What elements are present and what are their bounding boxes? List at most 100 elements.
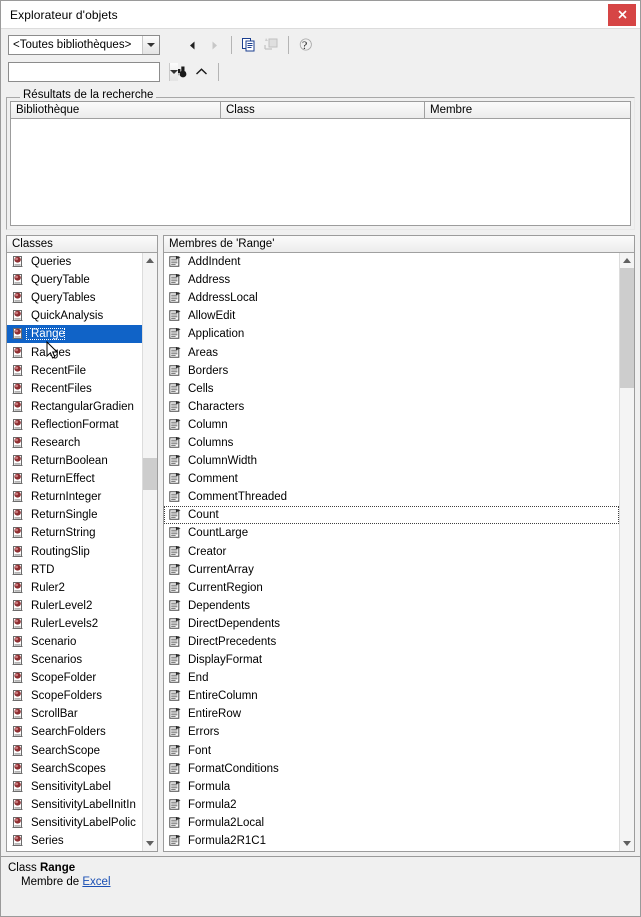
members-list[interactable]: AddIndent Address AddressLocal AllowEdit App… — [164, 253, 619, 851]
member-list-item[interactable]: Formula — [164, 778, 619, 796]
classes-scroll-thumb[interactable] — [143, 458, 157, 490]
member-list-item[interactable]: AddIndent — [164, 253, 619, 271]
chevron-down-icon[interactable] — [169, 63, 178, 81]
member-list-item[interactable]: Column — [164, 416, 619, 434]
toggle-results-button[interactable] — [190, 62, 212, 82]
member-list-item[interactable]: Formula2Local — [164, 814, 619, 832]
class-list-item-selected[interactable]: Range — [7, 325, 142, 344]
member-list-item[interactable]: Application — [164, 325, 619, 343]
class-list-item[interactable]: RoutingSlip — [7, 543, 142, 561]
class-list-item[interactable]: Ranges — [7, 343, 142, 361]
class-list-item[interactable]: RecentFiles — [7, 380, 142, 398]
member-list-item[interactable]: Columns — [164, 434, 619, 452]
member-list-item[interactable]: Creator — [164, 543, 619, 561]
help-button[interactable]: ? — [295, 35, 317, 55]
classes-scroll-up-button[interactable] — [143, 253, 157, 268]
member-list-item[interactable]: Dependents — [164, 597, 619, 615]
class-list-item[interactable]: RectangularGradien — [7, 398, 142, 416]
member-list-item[interactable]: Formula2R1C1Local — [164, 850, 619, 851]
member-list-item-focused[interactable]: Count — [164, 506, 619, 525]
close-button[interactable] — [608, 3, 636, 26]
class-list-item[interactable]: ScopeFolder — [7, 669, 142, 687]
view-definition-button[interactable] — [260, 35, 282, 55]
classes-scrollbar[interactable] — [142, 253, 157, 851]
class-list-item[interactable]: RecentFile — [7, 362, 142, 380]
class-list-item[interactable]: ReturnInteger — [7, 488, 142, 506]
member-list-item[interactable]: FormatConditions — [164, 760, 619, 778]
class-list-item[interactable]: SearchScope — [7, 742, 142, 760]
member-list-item[interactable]: End — [164, 669, 619, 687]
member-list-item[interactable]: CurrentArray — [164, 561, 619, 579]
class-list-item[interactable]: Research — [7, 434, 142, 452]
member-list-item[interactable]: Font — [164, 742, 619, 760]
class-list-item[interactable]: ReflectionFormat — [7, 416, 142, 434]
class-list-item[interactable]: ReturnString — [7, 524, 142, 542]
class-list-item[interactable]: QuickAnalysis — [7, 307, 142, 325]
class-list-item[interactable]: Scenario — [7, 633, 142, 651]
member-list-item-label: Creator — [188, 545, 227, 558]
member-list-item[interactable]: Areas — [164, 343, 619, 361]
column-header-class[interactable]: Class — [221, 102, 425, 118]
class-list-item[interactable]: SearchScopes — [7, 760, 142, 778]
class-list-item[interactable]: SensitivityLabelInitIn — [7, 796, 142, 814]
member-list-item[interactable]: CommentThreaded — [164, 488, 619, 506]
forward-button[interactable] — [203, 35, 225, 55]
class-list-item[interactable]: ScrollBar — [7, 705, 142, 723]
class-list-item[interactable]: SearchFolders — [7, 723, 142, 741]
class-list-item[interactable]: ReturnEffect — [7, 470, 142, 488]
classes-scroll-down-button[interactable] — [143, 836, 157, 851]
class-list-item[interactable]: Ruler2 — [7, 579, 142, 597]
members-scroll-up-button[interactable] — [620, 253, 634, 268]
members-scroll-thumb[interactable] — [620, 268, 634, 388]
member-list-item[interactable]: Borders — [164, 362, 619, 380]
class-list-item[interactable]: SensitivityLabelPolic — [7, 814, 142, 832]
search-results-body[interactable] — [11, 119, 630, 225]
member-list-item[interactable]: Formula2 — [164, 796, 619, 814]
member-list-item[interactable]: AllowEdit — [164, 307, 619, 325]
column-header-library[interactable]: Bibliothèque — [11, 102, 221, 118]
members-scrollbar[interactable] — [619, 253, 634, 851]
class-list-item[interactable]: RulerLevel2 — [7, 597, 142, 615]
member-list-item[interactable]: Formula2R1C1 — [164, 832, 619, 850]
member-list-item[interactable]: Characters — [164, 398, 619, 416]
detail-library-link[interactable]: Excel — [82, 876, 110, 888]
class-list-item[interactable]: SensitivityLabel — [7, 778, 142, 796]
member-list-item[interactable]: AddressLocal — [164, 289, 619, 307]
class-list-item[interactable]: ScopeFolders — [7, 687, 142, 705]
members-scroll-down-button[interactable] — [620, 836, 634, 851]
chevron-down-icon[interactable] — [142, 36, 159, 54]
class-list-item[interactable]: Queries — [7, 253, 142, 271]
member-list-item[interactable]: EntireRow — [164, 705, 619, 723]
member-list-item[interactable]: Cells — [164, 380, 619, 398]
search-results-list[interactable]: Bibliothèque Class Membre — [10, 101, 631, 226]
member-list-item[interactable]: DirectDependents — [164, 615, 619, 633]
member-list-item[interactable]: DirectPrecedents — [164, 633, 619, 651]
column-header-member[interactable]: Membre — [425, 102, 630, 118]
class-list-item[interactable]: Scenarios — [7, 651, 142, 669]
class-list-item[interactable]: ReturnBoolean — [7, 452, 142, 470]
library-combo[interactable]: <Toutes bibliothèques> — [8, 35, 160, 55]
member-list-item[interactable]: CurrentRegion — [164, 579, 619, 597]
member-list-item[interactable]: EntireColumn — [164, 687, 619, 705]
search-input[interactable] — [9, 64, 169, 80]
class-list-item[interactable]: QueryTable — [7, 271, 142, 289]
classes-list[interactable]: Queries QueryTable QueryTables QuickAnalysi… — [7, 253, 142, 851]
class-list-item[interactable]: QueryTables — [7, 289, 142, 307]
classes-scroll-track[interactable] — [143, 268, 157, 836]
member-list-item[interactable]: ColumnWidth — [164, 452, 619, 470]
class-list-item[interactable]: SeriesCollection — [7, 850, 142, 851]
members-scroll-track[interactable] — [620, 268, 634, 836]
class-list-item[interactable]: RulerLevels2 — [7, 615, 142, 633]
class-list-item[interactable]: RTD — [7, 561, 142, 579]
member-list-item[interactable]: DisplayFormat — [164, 651, 619, 669]
back-button[interactable] — [181, 35, 203, 55]
class-list-item[interactable]: ReturnSingle — [7, 506, 142, 524]
class-list-item-label: SensitivityLabel — [31, 780, 111, 793]
copy-button[interactable] — [238, 35, 260, 55]
member-list-item[interactable]: Comment — [164, 470, 619, 488]
class-list-item[interactable]: Series — [7, 832, 142, 850]
member-list-item[interactable]: Errors — [164, 723, 619, 741]
search-input-combo[interactable] — [8, 62, 178, 82]
member-list-item[interactable]: CountLarge — [164, 524, 619, 542]
member-list-item[interactable]: Address — [164, 271, 619, 289]
